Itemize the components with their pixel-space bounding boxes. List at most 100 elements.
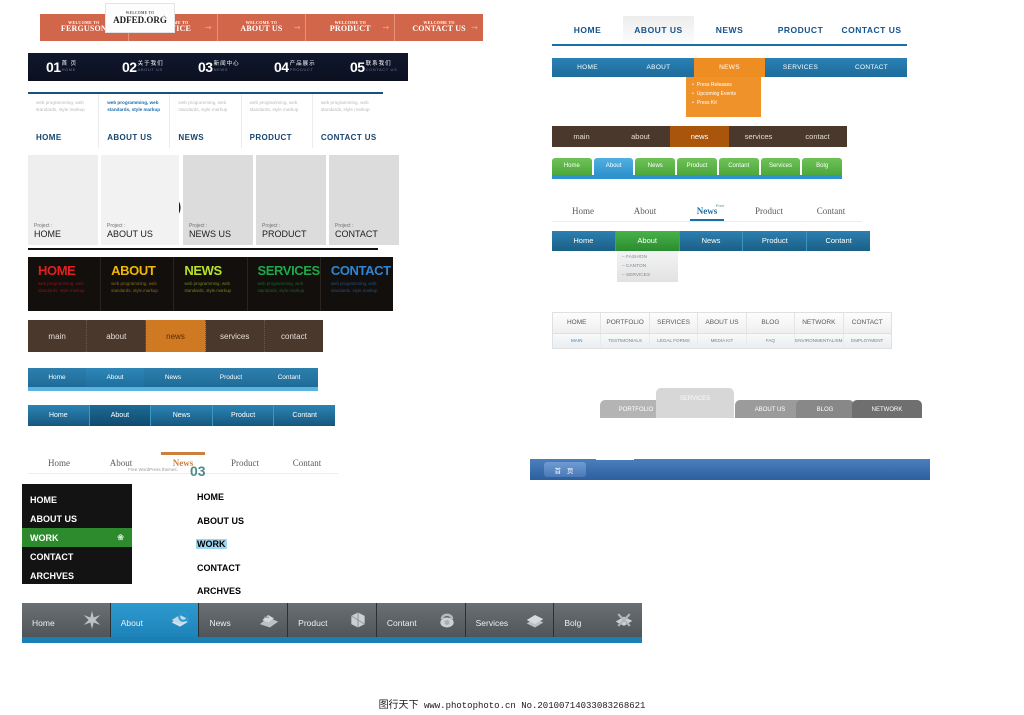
serif-nav-item-4[interactable]: Contant xyxy=(276,458,338,473)
blue-block-item-0[interactable]: Home xyxy=(28,405,90,426)
news-dropdown-item-0[interactable]: • Press Releases xyxy=(692,81,761,90)
welcome-item-4[interactable]: WELCOME TO CONTACT US ⇝ xyxy=(395,14,483,41)
brown-nav-item-0[interactable]: main xyxy=(28,320,88,352)
blue-block-item-1[interactable]: About xyxy=(89,405,152,426)
numbered-nav-item-2[interactable]: 03 新闻中心 NEWS xyxy=(180,59,256,75)
right-green-tab-0[interactable]: Home xyxy=(552,158,592,175)
blue-block-item-2[interactable]: News xyxy=(151,405,213,426)
project-thumb-0[interactable]: Project : HOME xyxy=(28,155,98,245)
two-row-primary-item-2[interactable]: SERVICES xyxy=(650,313,699,333)
vertical-menu-item-1[interactable]: ABOUT US xyxy=(22,509,132,528)
brown-nav-item-3[interactable]: services xyxy=(206,320,265,352)
project-thumb-4[interactable]: Project : CONTACT xyxy=(329,155,399,245)
vertical-list-label[interactable]: ARCHVES xyxy=(196,586,243,596)
project-thumb-2[interactable]: Project : NEWS US xyxy=(183,155,253,245)
two-row-secondary-item-1[interactable]: TESTIMONIALS xyxy=(601,334,650,348)
site-logo[interactable]: WELCOME TO ADFED.ORG ✧ xyxy=(105,3,175,33)
right-serif-nav-item-1[interactable]: About xyxy=(614,206,676,221)
vertical-menu-item-2[interactable]: WORK ❀ xyxy=(22,528,132,547)
right-bluegreen-item-3[interactable]: Product xyxy=(743,231,808,251)
about-dropdown-item-1[interactable]: – CANTON xyxy=(622,263,678,272)
right-brown-nav-item-4[interactable]: contact xyxy=(788,126,847,147)
two-row-primary-item-3[interactable]: ABOUT US xyxy=(698,313,747,333)
two-row-primary-item-1[interactable]: PORTFOLIO xyxy=(601,313,650,333)
dark-nav-item-3[interactable]: SERVICES web programming, web standards, … xyxy=(248,257,321,311)
brown-nav-item-1[interactable]: about xyxy=(87,320,147,352)
right-serif-nav-item-3[interactable]: Product xyxy=(738,206,800,221)
round-tab-4[interactable]: NETWORK xyxy=(852,400,922,418)
vertical-list-label[interactable]: WORK xyxy=(196,539,227,549)
round-tab-3[interactable]: BLOG xyxy=(796,400,854,418)
project-thumb-1[interactable]: Project : ABOUT US xyxy=(101,155,179,245)
right-bluegreen-item-1[interactable]: About xyxy=(615,231,680,251)
two-row-primary-item-0[interactable]: HOME xyxy=(553,313,602,333)
right-serif-nav-item-0[interactable]: Home xyxy=(552,206,614,221)
numbered-nav-item-3[interactable]: 04 产品展示 PRODUCT xyxy=(256,59,332,75)
blue-bar-tab[interactable]: 首 页 xyxy=(544,462,586,477)
two-row-primary-item-6[interactable]: CONTACT xyxy=(844,313,891,333)
round-tab-2[interactable]: ABOUT US xyxy=(735,400,805,418)
right-green-tab-2[interactable]: News xyxy=(635,158,676,175)
vertical-menu-item-3[interactable]: CONTACT xyxy=(22,547,132,566)
right-blue-nav-item-3[interactable]: SERVICES xyxy=(765,58,836,77)
welcome-item-3[interactable]: WELCOME TO PRODUCT ⇝ xyxy=(306,14,396,41)
vertical-menu-item-0[interactable]: HOME xyxy=(22,490,132,509)
right-top-nav-item-4[interactable]: CONTACT US xyxy=(836,16,907,44)
card-nav-item-0[interactable]: web programming, web standards, style ma… xyxy=(28,94,100,148)
right-bluegreen-item-0[interactable]: Home xyxy=(552,231,616,251)
right-green-tab-4[interactable]: Contant xyxy=(718,158,759,175)
blue-pipe-item-0[interactable]: Home xyxy=(28,374,86,381)
two-row-primary-item-4[interactable]: BLOG xyxy=(747,313,796,333)
dark-nav-item-1[interactable]: ABOUT web programming, web standards, sty… xyxy=(101,257,175,311)
card-nav-item-4[interactable]: web programming, web standards, style ma… xyxy=(313,94,383,148)
serif-nav-item-3[interactable]: Product xyxy=(214,458,276,473)
two-row-secondary-item-5[interactable]: ENVIRONMENTALISM xyxy=(795,334,844,348)
numbered-nav-item-0[interactable]: 01 首 页 HOME xyxy=(28,59,104,75)
numbered-nav-item-4[interactable]: 05 联系我们 CONTACT US xyxy=(332,59,408,75)
news-dropdown-item-1[interactable]: • Upcoming Events xyxy=(692,90,761,99)
two-row-secondary-item-0[interactable]: MAIN xyxy=(553,334,602,348)
right-brown-nav-item-0[interactable]: main xyxy=(552,126,611,147)
two-row-secondary-item-3[interactable]: MEDIA KIT xyxy=(698,334,747,348)
right-blue-nav-item-4[interactable]: CONTACT xyxy=(836,58,907,77)
right-bluegreen-item-4[interactable]: Contant xyxy=(807,231,870,251)
serif-nav-item-0[interactable]: Home xyxy=(28,458,90,473)
news-dropdown-item-2[interactable]: • Press Kit xyxy=(692,99,761,108)
two-row-primary-item-5[interactable]: NETWORK xyxy=(795,313,844,333)
right-top-nav-item-2[interactable]: NEWS xyxy=(694,16,765,44)
blue-pipe-item-2[interactable]: News xyxy=(144,374,202,381)
blue-pipe-item-1[interactable]: About xyxy=(86,368,144,387)
dark-nav-item-2[interactable]: NEWS web programming, web standards, styl… xyxy=(174,257,248,311)
card-nav-item-3[interactable]: web programming, web standards, style ma… xyxy=(242,94,313,148)
vertical-menu-item-4[interactable]: ARCHVES xyxy=(22,566,132,585)
blue-pipe-item-4[interactable]: Contant xyxy=(260,374,318,381)
vertical-list-label[interactable]: CONTACT xyxy=(196,562,242,573)
two-row-secondary-item-6[interactable]: EMPLOYMENT xyxy=(844,334,891,348)
right-green-tab-1[interactable]: About xyxy=(593,158,634,175)
blue-block-item-3[interactable]: Product xyxy=(213,405,275,426)
welcome-item-2[interactable]: WELCOME TO ABOUT US ⇝ xyxy=(218,14,307,41)
about-dropdown-item-0[interactable]: – FASHION xyxy=(622,254,678,263)
brown-nav-item-4[interactable]: contact xyxy=(265,320,323,352)
project-thumb-3[interactable]: Project : PRODUCT xyxy=(256,155,326,245)
right-serif-nav-item-2[interactable]: News Free xyxy=(676,203,738,221)
numbered-nav-item-1[interactable]: 02 关于我们 ABOUT US xyxy=(104,59,180,75)
right-blue-nav-item-1[interactable]: ABOUT xyxy=(623,58,694,77)
right-green-tab-3[interactable]: Product xyxy=(677,158,717,175)
two-row-secondary-item-2[interactable]: LEGAL FORMS xyxy=(650,334,699,348)
right-bluegreen-item-2[interactable]: News xyxy=(680,231,744,251)
right-brown-nav-item-2[interactable]: news xyxy=(670,126,729,147)
vertical-list-label[interactable]: HOME xyxy=(196,492,225,502)
card-nav-item-1[interactable]: web programming, web standards, style ma… xyxy=(99,94,171,148)
right-blue-nav-item-0[interactable]: HOME xyxy=(552,58,623,77)
two-row-secondary-item-4[interactable]: FAQ xyxy=(747,334,796,348)
blue-pipe-item-3[interactable]: Product xyxy=(202,374,260,381)
card-nav-item-2[interactable]: web programming, web standards, style ma… xyxy=(170,94,242,148)
about-dropdown-item-2[interactable]: – SERVICES xyxy=(622,272,678,281)
dark-nav-item-4[interactable]: CONTACT web programming, web standards, s… xyxy=(321,257,393,311)
right-serif-nav-item-4[interactable]: Contant xyxy=(800,206,862,221)
right-blue-nav-item-2[interactable]: NEWS xyxy=(694,58,765,77)
dark-nav-item-0[interactable]: HOME web programming, web standards, styl… xyxy=(28,257,102,311)
right-top-nav-item-0[interactable]: HOME xyxy=(552,16,623,44)
brown-nav-item-2[interactable]: news xyxy=(146,320,206,352)
